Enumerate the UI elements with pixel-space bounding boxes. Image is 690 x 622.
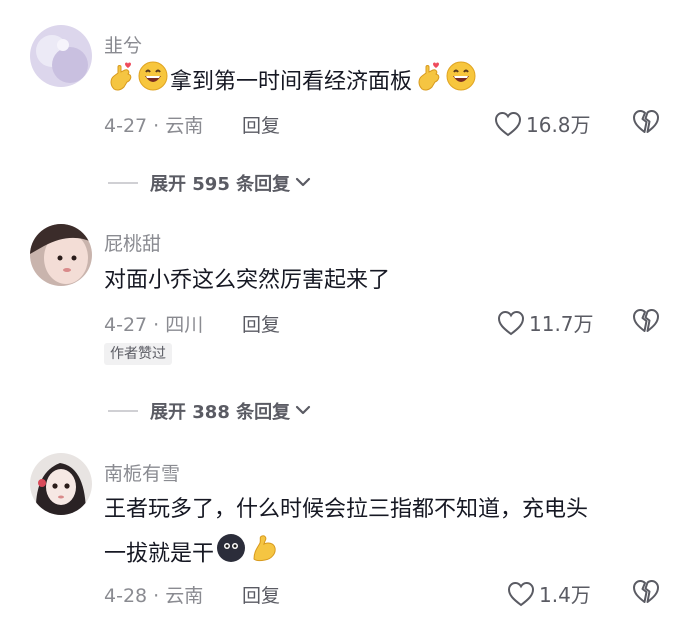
reply-button[interactable]: 回复 [242, 581, 280, 608]
divider [108, 410, 138, 412]
dislike-button[interactable] [632, 579, 660, 605]
avatar[interactable] [30, 453, 92, 515]
avatar[interactable] [30, 25, 92, 87]
username[interactable]: 屁桃甜 [104, 229, 161, 256]
broken-heart-icon [632, 109, 660, 135]
comment-text: 拿到第一时间看经济面板 [104, 61, 478, 104]
comment-text: 王者玩多了，什么时候会拉三指都不知道，充电头 一拔就是干 [104, 491, 588, 576]
chevron-down-icon [290, 174, 312, 193]
expand-replies-button[interactable]: 展开 388 条回复 [108, 398, 312, 424]
comment-text-line: 王者玩多了，什么时候会拉三指都不知道，充电头 [104, 497, 589, 522]
like-button[interactable]: 16.8万 [494, 109, 591, 138]
author-liked-badge: 作者赞过 [104, 343, 172, 365]
dislike-button[interactable] [632, 109, 660, 135]
finger-heart-emoji [106, 61, 134, 104]
comment-date-location: 4-27 · 四川 [104, 314, 204, 336]
heart-outline-icon [507, 581, 535, 607]
broken-heart-icon [632, 308, 660, 334]
finger-heart-emoji [414, 61, 442, 104]
avatar[interactable] [30, 224, 92, 286]
like-count: 11.7万 [529, 312, 594, 336]
heart-outline-icon [494, 111, 522, 137]
username[interactable]: 南栀有雪 [104, 459, 180, 486]
expand-replies-label: 展开 595 条回复 [150, 174, 291, 195]
chevron-down-icon [290, 402, 312, 421]
divider [108, 182, 138, 184]
expand-replies-button[interactable]: 展开 595 条回复 [108, 170, 312, 196]
like-count: 1.4万 [539, 583, 591, 607]
comment-date-location: 4-28 · 云南 [104, 585, 204, 607]
like-button[interactable]: 1.4万 [507, 579, 591, 608]
broken-heart-icon [632, 579, 660, 605]
expand-replies-label: 展开 388 条回复 [150, 402, 291, 423]
flexed-bicep-emoji [250, 533, 278, 576]
reply-button[interactable]: 回复 [242, 310, 280, 337]
dislike-button[interactable] [632, 308, 660, 334]
comment-text: 对面小乔这么突然厉害起来了 [104, 268, 391, 293]
username[interactable]: 韭兮 [104, 31, 142, 58]
comment-text-line: 一拔就是干 [104, 533, 588, 576]
grinning-face-emoji [446, 61, 476, 104]
like-button[interactable]: 11.7万 [497, 308, 594, 337]
grinning-face-emoji [138, 61, 168, 104]
dark-face-emoji [216, 533, 246, 576]
heart-outline-icon [497, 310, 525, 336]
comment-date-location: 4-27 · 云南 [104, 115, 204, 137]
like-count: 16.8万 [526, 113, 591, 137]
reply-button[interactable]: 回复 [242, 111, 280, 138]
